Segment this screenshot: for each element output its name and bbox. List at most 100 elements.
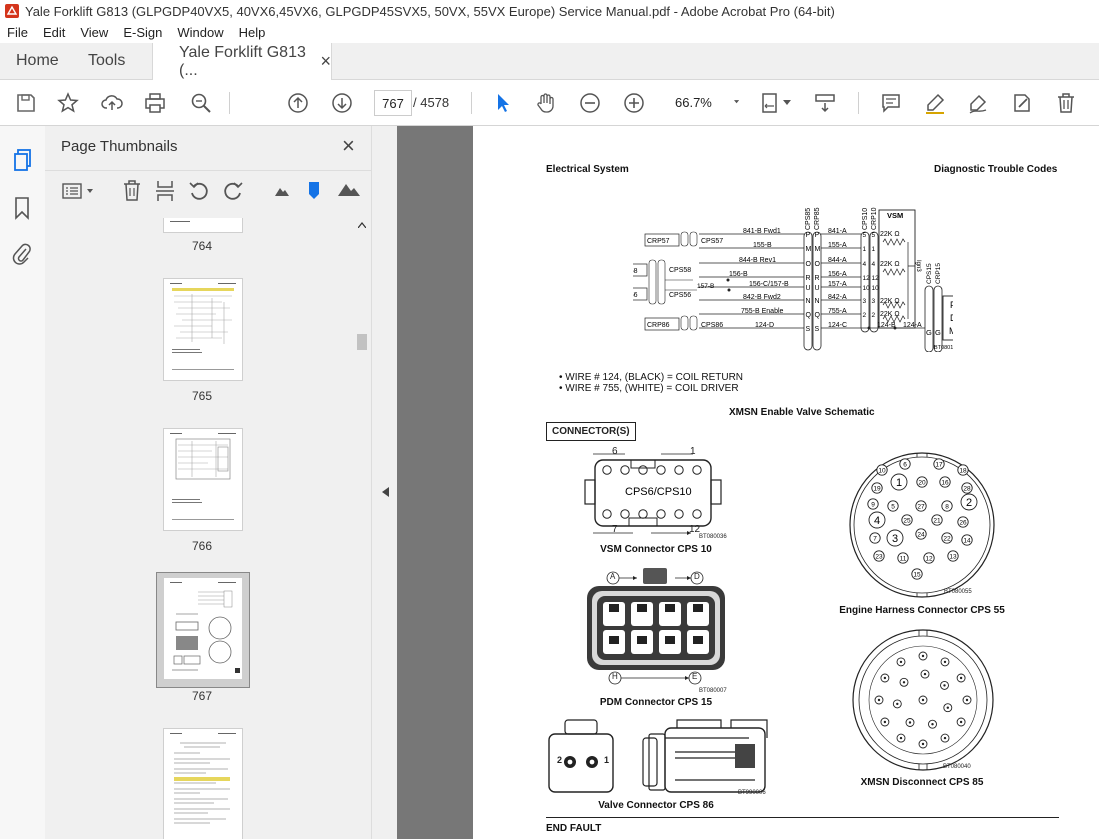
page-thumbnail[interactable] (163, 728, 243, 839)
cavity-letter: H (612, 672, 618, 681)
pin-number: 5 (872, 232, 876, 239)
pin-number: 3 (892, 533, 898, 545)
select-cursor-icon[interactable] (491, 91, 515, 115)
wire-label: 155-B (753, 242, 772, 249)
pin-number: 18 (959, 467, 967, 474)
page-header-left: Electrical System (546, 164, 629, 175)
highlight-pen-icon[interactable] (923, 91, 947, 115)
menu-esign[interactable]: E-Sign (116, 25, 170, 40)
zoom-level-select[interactable]: 66.7% (667, 90, 739, 114)
tab-home[interactable]: Home (16, 43, 59, 79)
page-thumbnails-icon[interactable] (12, 148, 34, 172)
chevron-down-icon[interactable] (782, 91, 792, 115)
chevron-down-icon (733, 100, 739, 104)
pin-number: 27 (917, 503, 925, 510)
figure-caption: Engine Harness Connector CPS 55 (839, 605, 1005, 616)
save-icon[interactable] (14, 91, 38, 115)
page-thumbnail-current[interactable] (163, 577, 243, 680)
xmsn-disconnect-connector-diagram (852, 629, 994, 771)
scroll-up-icon[interactable] (358, 222, 366, 228)
scroll-mode-icon[interactable] (813, 91, 837, 115)
vsm-connector-diagram: CPS6/CPS10 (584, 453, 722, 535)
delete-trash-icon[interactable] (1054, 91, 1078, 115)
menu-view[interactable]: View (73, 25, 116, 40)
svg-text:157-B: 157-B (697, 283, 714, 290)
pin-number: 2 (966, 497, 972, 509)
wire-notes: • WIRE # 124, (BLACK) = COIL RETURN • WI… (559, 372, 743, 394)
menu-edit[interactable]: Edit (36, 25, 73, 40)
bookmark-icon[interactable] (13, 196, 31, 220)
schematic-title: XMSN Enable Valve Schematic (729, 407, 875, 418)
pin-letter: R (806, 275, 811, 282)
pin-cavity (692, 509, 702, 519)
extract-pages-icon[interactable] (155, 180, 175, 202)
draw-pen-icon[interactable] (966, 91, 990, 115)
connector-label: CPS58 (669, 267, 691, 274)
schematic-code: BT080160 (934, 345, 953, 351)
pin-cavity (602, 509, 612, 519)
figure-code: BT080036 (699, 534, 727, 540)
thumbnail-size-small-icon[interactable] (273, 185, 291, 197)
comment-icon[interactable] (879, 91, 903, 115)
top-label: CPS10 (862, 208, 869, 230)
page-thumbnail[interactable] (163, 278, 243, 381)
pin-number: 9 (871, 501, 875, 508)
cavity-letter: D (694, 572, 700, 581)
next-page-icon[interactable] (330, 91, 354, 115)
star-icon[interactable] (56, 91, 80, 115)
page-number-input[interactable]: 767 (374, 90, 412, 116)
left-rail (0, 126, 46, 839)
collapse-panel-icon[interactable] (382, 487, 389, 497)
thumbnail-options-icon[interactable] (62, 182, 96, 200)
toolbar-divider (858, 92, 859, 114)
menu-file[interactable]: File (0, 25, 36, 40)
connector-label: CRP57 (647, 238, 670, 245)
zoom-in-icon[interactable] (622, 91, 646, 115)
pin-number: 12 (863, 275, 871, 282)
thumbnail-size-slider[interactable] (307, 180, 321, 200)
rotate-right-icon[interactable] (222, 180, 244, 202)
top-label: CPS85 (805, 208, 812, 230)
menu-window[interactable]: Window (170, 25, 231, 40)
page-thumbnail[interactable] (163, 428, 243, 531)
zoom-out-icon[interactable] (578, 91, 602, 115)
tab-tools[interactable]: Tools (88, 43, 125, 79)
panel-close-icon[interactable]: × (342, 133, 355, 159)
panel-title: Page Thumbnails (61, 138, 178, 155)
top-label: CRP85 (814, 207, 821, 230)
page-thumbnail[interactable] (163, 218, 243, 233)
wire-label: 124-C (828, 322, 847, 329)
connector-label: CPS57 (701, 238, 723, 245)
scrollbar-thumb[interactable] (357, 334, 367, 350)
pin-number: 24 (917, 531, 925, 538)
resistor-label: 22K Ω (880, 231, 900, 238)
tab-document[interactable]: Yale Forklift G813 (... × (152, 43, 332, 80)
menu-help[interactable]: Help (232, 25, 274, 40)
wire-label: 842-B Fwd2 (743, 294, 781, 301)
connector-label: CPS86 (701, 322, 723, 329)
pdm-letter: P (950, 300, 953, 310)
thumbnail-scrollbar[interactable] (355, 218, 369, 839)
delete-page-icon[interactable] (122, 180, 142, 202)
zoom-search-icon[interactable] (189, 91, 213, 115)
page-fit-icon[interactable] (759, 91, 783, 115)
thumbnail-size-large-icon[interactable] (337, 181, 361, 197)
print-icon[interactable] (143, 91, 167, 115)
pin-number: 20 (918, 479, 926, 486)
previous-page-icon[interactable] (286, 91, 310, 115)
pin-letter: R (815, 275, 820, 282)
pin-number: 16 (941, 479, 949, 486)
hand-tool-icon[interactable] (534, 91, 558, 115)
attachment-icon[interactable] (12, 242, 32, 266)
acrobat-icon (5, 4, 19, 18)
upload-cloud-icon[interactable] (100, 91, 124, 115)
rotate-left-icon[interactable] (188, 180, 210, 202)
pin-number: 1 (872, 246, 876, 253)
figure-caption: PDM Connector CPS 15 (599, 697, 713, 708)
panel-collapse-strip[interactable] (371, 126, 398, 839)
page-total: / 4578 (413, 95, 450, 110)
tab-close-icon[interactable]: × (320, 51, 331, 72)
pin-cavity (692, 465, 702, 475)
valve-pin-number: 1 (604, 755, 610, 765)
fill-sign-icon[interactable] (1010, 91, 1034, 115)
